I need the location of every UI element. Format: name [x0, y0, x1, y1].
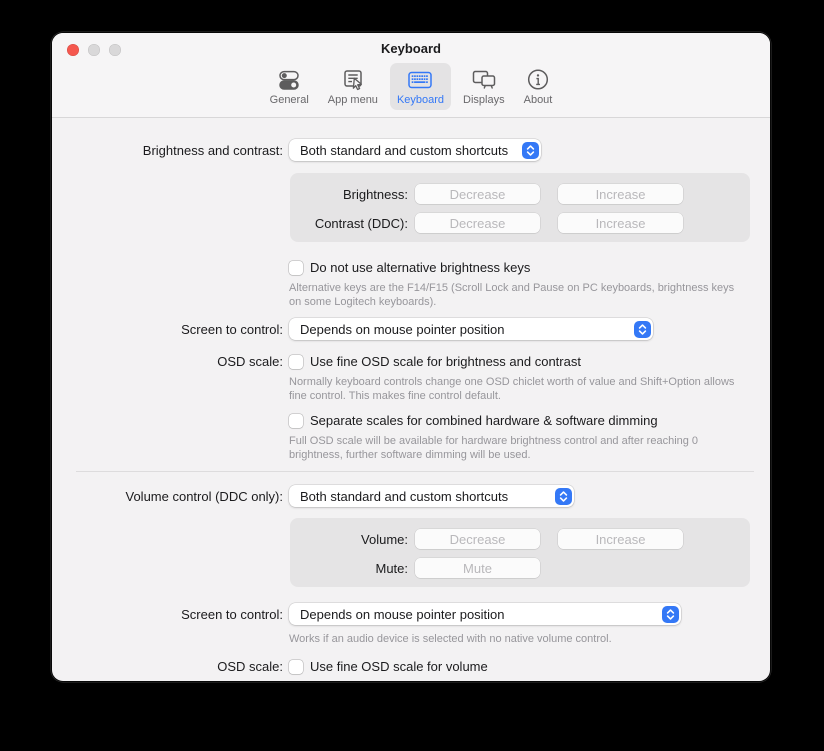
popup-value: Depends on mouse pointer position: [300, 607, 505, 622]
tab-app-menu[interactable]: App menu: [321, 63, 385, 110]
info-circle-icon: [525, 66, 551, 93]
volume-screen-row: Screen to control: Depends on mouse poin…: [52, 603, 770, 625]
contrast-shortcut-row: Contrast (DDC): Decrease Increase: [290, 213, 750, 233]
chevron-up-down-icon: [555, 488, 572, 505]
tab-label: Displays: [463, 94, 505, 106]
help-text: Normally keyboard controls change one OS…: [289, 375, 741, 403]
mute-button[interactable]: Mute: [415, 558, 540, 578]
checkbox-label: Separate scales for combined hardware & …: [310, 413, 658, 428]
volume-screen-popup[interactable]: Depends on mouse pointer position: [289, 603, 681, 625]
chevron-up-down-icon: [662, 606, 679, 623]
brightness-screen-popup[interactable]: Depends on mouse pointer position: [289, 318, 653, 340]
brightness-screen-row: Screen to control: Depends on mouse poin…: [52, 318, 770, 340]
tab-about[interactable]: About: [517, 63, 560, 110]
volume-mode-row: Volume control (DDC only): Both standard…: [52, 485, 770, 507]
checkbox-label: Use fine OSD scale for brightness and co…: [310, 354, 581, 369]
volume-mode-popup[interactable]: Both standard and custom shortcuts: [289, 485, 574, 507]
tab-label: App menu: [328, 94, 378, 106]
separate-scales-help-row: Full OSD scale will be available for har…: [52, 434, 770, 462]
popup-value: Both standard and custom shortcuts: [300, 489, 508, 504]
row-label: Mute:: [290, 561, 408, 576]
volume-screen-help-row: Works if an audio device is selected wit…: [52, 632, 770, 646]
mute-shortcut-row: Mute: Mute: [290, 558, 750, 578]
brightness-mode-row: Brightness and contrast: Both standard a…: [52, 139, 770, 161]
volume-decrease-button[interactable]: Decrease: [415, 529, 540, 549]
alt-brightness-keys-row: Do not use alternative brightness keys: [52, 260, 770, 275]
tab-displays[interactable]: Displays: [456, 63, 512, 110]
help-text: Full OSD scale will be available for har…: [289, 434, 741, 462]
alt-brightness-keys-checkbox[interactable]: [289, 261, 303, 275]
popup-value: Depends on mouse pointer position: [300, 322, 505, 337]
fine-osd-checkbox[interactable]: [289, 355, 303, 369]
window-controls: [67, 44, 121, 56]
row-label: Volume:: [290, 532, 408, 547]
separate-scales-row: Separate scales for combined hardware & …: [52, 413, 770, 428]
brightness-mode-popup[interactable]: Both standard and custom shortcuts: [289, 139, 541, 161]
row-label: Brightness:: [290, 187, 408, 202]
screen-to-control-label: Screen to control:: [52, 322, 283, 337]
chevron-up-down-icon: [634, 321, 651, 338]
volume-fine-osd-checkbox[interactable]: [289, 660, 303, 674]
keyboard-pane: Brightness and contrast: Both standard a…: [52, 118, 770, 674]
separate-scales-checkbox[interactable]: [289, 414, 303, 428]
brightness-shortcut-row: Brightness: Decrease Increase: [290, 184, 750, 204]
chevron-up-down-icon: [522, 142, 539, 159]
menu-cursor-icon: [340, 66, 366, 93]
window-title: Keyboard: [52, 39, 770, 61]
contrast-decrease-button[interactable]: Decrease: [415, 213, 540, 233]
volume-shortcut-row: Volume: Decrease Increase: [290, 529, 750, 549]
zoom-button[interactable]: [109, 44, 121, 56]
close-button[interactable]: [67, 44, 79, 56]
volume-increase-button[interactable]: Increase: [558, 529, 683, 549]
volume-fine-osd-row: OSD scale: Use fine OSD scale for volume: [52, 659, 770, 674]
tab-general[interactable]: General: [263, 63, 316, 110]
alt-brightness-help-row: Alternative keys are the F14/F15 (Scroll…: [52, 281, 770, 309]
tab-label: Keyboard: [397, 94, 444, 106]
contrast-increase-button[interactable]: Increase: [558, 213, 683, 233]
screen-to-control-label: Screen to control:: [52, 607, 283, 622]
brightness-decrease-button[interactable]: Decrease: [415, 184, 540, 204]
popup-value: Both standard and custom shortcuts: [300, 143, 508, 158]
tab-keyboard[interactable]: Keyboard: [390, 63, 451, 110]
brightness-shortcuts-group: Brightness: Decrease Increase Contrast (…: [290, 173, 750, 242]
brightness-increase-button[interactable]: Increase: [558, 184, 683, 204]
displays-icon: [471, 66, 497, 93]
volume-mode-label: Volume control (DDC only):: [52, 489, 283, 504]
checkbox-label: Use fine OSD scale for volume: [310, 659, 488, 674]
fine-osd-help-row: Normally keyboard controls change one OS…: [52, 375, 770, 403]
volume-shortcuts-group: Volume: Decrease Increase Mute: Mute: [290, 518, 750, 587]
section-divider: [76, 471, 754, 472]
brightness-mode-label: Brightness and contrast:: [52, 143, 283, 158]
titlebar: Keyboard General: [52, 33, 770, 118]
keyboard-icon: [407, 66, 433, 93]
toggles-icon: [276, 66, 302, 93]
fine-osd-row: OSD scale: Use fine OSD scale for bright…: [52, 354, 770, 369]
toolbar: General App menu: [52, 61, 770, 117]
osd-scale-label: OSD scale:: [52, 659, 283, 674]
checkbox-label: Do not use alternative brightness keys: [310, 260, 530, 275]
tab-label: About: [524, 94, 553, 106]
minimize-button[interactable]: [88, 44, 100, 56]
row-label: Contrast (DDC):: [290, 216, 408, 231]
help-text: Alternative keys are the F14/F15 (Scroll…: [289, 281, 741, 309]
help-text: Works if an audio device is selected wit…: [289, 632, 612, 646]
preferences-window: Keyboard General: [52, 33, 770, 681]
tab-label: General: [270, 94, 309, 106]
osd-scale-label: OSD scale:: [52, 354, 283, 369]
